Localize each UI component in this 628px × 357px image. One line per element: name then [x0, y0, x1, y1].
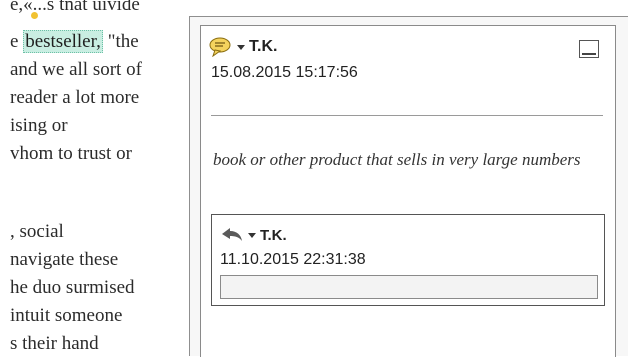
doc-line: intuit someone [10, 305, 123, 326]
speech-bubble-icon[interactable] [209, 37, 235, 58]
comments-pane: T.K. 15.08.2015 15:17:56 book or other p… [189, 16, 628, 357]
doc-line: , social [10, 221, 64, 242]
doc-line: reader a lot more [10, 87, 140, 108]
chevron-down-icon[interactable] [237, 44, 245, 50]
doc-line: s their hand [10, 333, 99, 354]
doc-line-highlighted: e bestseller, "the [10, 30, 139, 53]
annotation-marker-icon[interactable] [31, 12, 38, 19]
comment-header: T.K. [209, 36, 277, 58]
comment-text[interactable]: book or other product that sells in very… [213, 148, 609, 171]
reply-box[interactable]: T.K. 11.10.2015 22:31:38 [211, 214, 605, 306]
doc-line: he duo surmised [10, 277, 135, 298]
minimize-icon[interactable] [579, 40, 599, 58]
doc-line: ising or [10, 115, 68, 136]
divider [211, 115, 603, 116]
reply-author: T.K. [260, 226, 287, 244]
comment-author: T.K. [249, 38, 278, 55]
highlighted-word[interactable]: bestseller, [23, 30, 103, 53]
reply-header: T.K. [220, 225, 287, 245]
doc-line: e,«...s tnat uivide [10, 0, 140, 15]
comment-timestamp: 15.08.2015 15:17:56 [211, 64, 358, 81]
doc-line: navigate these [10, 249, 119, 270]
doc-line: and we all sort of [10, 59, 142, 80]
doc-line: vhom to trust or [10, 143, 132, 164]
document-text-area[interactable]: e,«...s tnat uivide e bestseller, "the a… [0, 0, 190, 356]
comment-card[interactable]: T.K. 15.08.2015 15:17:56 book or other p… [200, 25, 616, 357]
chevron-down-icon[interactable] [248, 232, 256, 238]
reply-timestamp: 11.10.2015 22:31:38 [220, 251, 366, 268]
reply-arrow-icon[interactable] [220, 226, 246, 244]
reply-input[interactable] [220, 275, 598, 299]
